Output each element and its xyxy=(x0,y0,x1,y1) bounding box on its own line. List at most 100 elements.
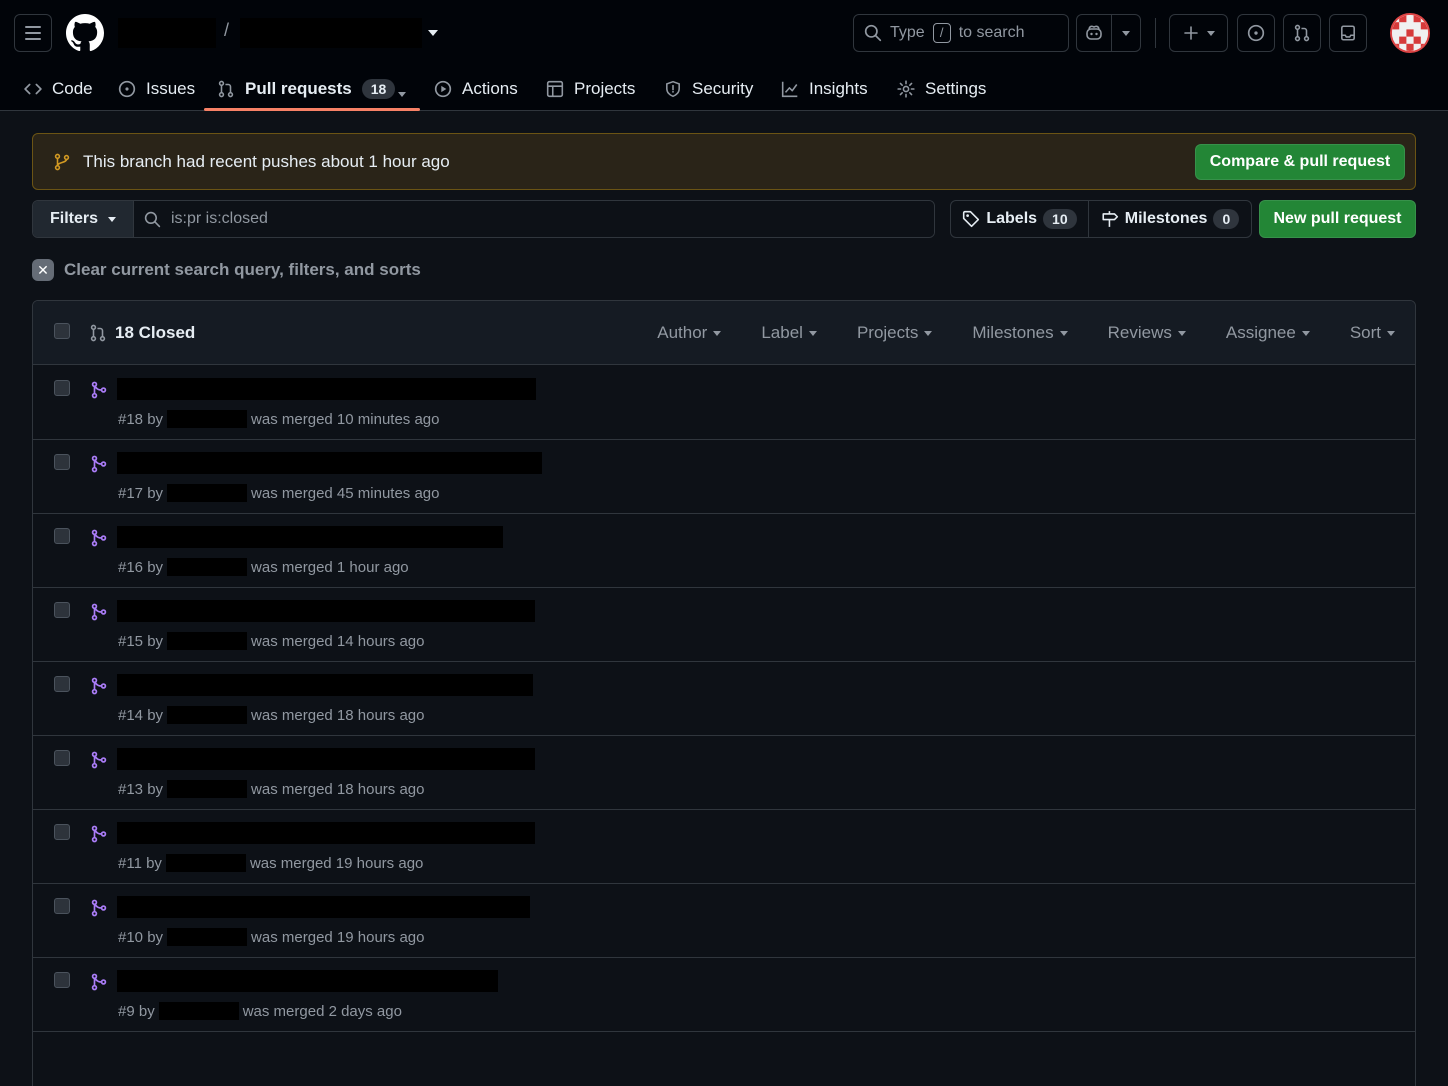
user-avatar[interactable] xyxy=(1390,13,1430,53)
pr-meta: #9 by was merged 2 days ago xyxy=(118,1002,402,1020)
author-filter[interactable]: Author xyxy=(657,323,722,343)
closed-filter-link[interactable]: 18 Closed xyxy=(89,323,195,343)
search-icon xyxy=(864,24,882,42)
search-icon xyxy=(144,211,161,227)
tab-pull-requests[interactable]: Pull requests 18 xyxy=(217,66,396,111)
labels-button[interactable]: Labels 10 xyxy=(951,201,1088,237)
filter-label: Milestones xyxy=(972,323,1054,342)
filters-dropdown-button[interactable]: Filters xyxy=(33,201,134,237)
select-all-checkbox[interactable] xyxy=(54,323,70,339)
author-redacted[interactable] xyxy=(167,632,248,650)
author-redacted[interactable] xyxy=(167,780,248,798)
tag-icon xyxy=(963,210,980,228)
milestones-button[interactable]: Milestones 0 xyxy=(1088,201,1251,237)
pr-meta: #17 by was merged 45 minutes ago xyxy=(118,484,439,502)
pr-title-redacted[interactable] xyxy=(117,526,503,548)
filter-label: Assignee xyxy=(1225,323,1296,342)
github-logo-icon[interactable] xyxy=(66,14,104,52)
pull-requests-button[interactable] xyxy=(1283,14,1321,52)
milestones-count-badge: 0 xyxy=(1213,209,1240,229)
pr-status: was merged 2 days ago xyxy=(242,1002,402,1020)
chevron-down-icon xyxy=(398,92,406,97)
by-word: by xyxy=(147,558,164,576)
row-checkbox[interactable] xyxy=(54,454,70,470)
labels-label: Labels xyxy=(986,210,1038,227)
row-checkbox[interactable] xyxy=(54,898,70,914)
search-prefix: Type xyxy=(890,24,925,41)
pr-title-redacted[interactable] xyxy=(117,970,498,992)
pr-title-redacted[interactable] xyxy=(117,378,536,400)
row-checkbox[interactable] xyxy=(54,676,70,692)
filter-label: Label xyxy=(761,323,803,342)
pr-status: was merged 14 hours ago xyxy=(251,632,425,650)
filters-label: Filters xyxy=(49,210,98,227)
labels-milestones-group: Labels 10 Milestones 0 xyxy=(950,200,1252,238)
repo-dropdown-icon[interactable] xyxy=(428,30,438,36)
filter-label: Sort xyxy=(1349,323,1381,342)
row-checkbox[interactable] xyxy=(54,528,70,544)
issue-opened-icon xyxy=(1247,24,1265,42)
author-redacted[interactable] xyxy=(158,1002,239,1020)
pr-title-redacted[interactable] xyxy=(117,748,535,770)
copilot-dropdown-button[interactable] xyxy=(1111,14,1141,52)
pr-title-redacted[interactable] xyxy=(117,822,535,844)
pr-search-input[interactable]: is:pr is:closed xyxy=(134,201,934,237)
assignee-filter[interactable]: Assignee xyxy=(1226,323,1310,343)
sort-filter[interactable]: Sort xyxy=(1350,323,1395,343)
clear-filters-text: Clear current search query, filters, and… xyxy=(64,260,421,279)
row-checkbox[interactable] xyxy=(54,972,70,988)
author-redacted[interactable] xyxy=(167,484,248,502)
pull-request-row: #10 by was merged 19 hours ago xyxy=(33,884,1415,958)
create-new-button[interactable] xyxy=(1169,14,1228,52)
author-redacted[interactable] xyxy=(167,410,248,428)
gear-icon xyxy=(897,79,915,98)
reviews-filter[interactable]: Reviews xyxy=(1108,323,1186,343)
pr-status: was merged 19 hours ago xyxy=(249,854,424,872)
pull-request-icon xyxy=(218,80,234,97)
issues-button[interactable] xyxy=(1237,14,1275,52)
row-checkbox[interactable] xyxy=(54,750,70,766)
tabs-overflow-dropdown[interactable] xyxy=(398,84,406,102)
tab-label: Security xyxy=(692,78,754,98)
graph-icon xyxy=(781,81,798,97)
inbox-button[interactable] xyxy=(1329,14,1367,52)
label-filter[interactable]: Label xyxy=(761,323,817,343)
compare-pull-request-button[interactable]: Compare & pull request xyxy=(1195,144,1405,180)
tab-insights[interactable]: Insights xyxy=(781,66,868,111)
tab-code[interactable]: Code xyxy=(24,66,93,111)
git-merge-icon xyxy=(91,899,107,917)
inbox-icon xyxy=(1341,25,1355,41)
new-pull-request-button[interactable]: New pull request xyxy=(1259,200,1416,238)
pr-number: #17 xyxy=(118,484,144,502)
pr-meta: #15 by was merged 14 hours ago xyxy=(118,632,424,650)
pr-title-redacted[interactable] xyxy=(117,600,535,622)
row-checkbox[interactable] xyxy=(54,602,70,618)
row-checkbox[interactable] xyxy=(54,824,70,840)
pr-meta: #16 by was merged 1 hour ago xyxy=(118,558,409,576)
milestones-filter[interactable]: Milestones xyxy=(972,323,1068,343)
repo-name-redacted[interactable] xyxy=(240,18,422,48)
author-redacted[interactable] xyxy=(167,706,248,724)
menu-button[interactable] xyxy=(14,14,52,52)
owner-name-redacted[interactable] xyxy=(118,18,216,48)
play-icon xyxy=(434,80,452,97)
tab-actions[interactable]: Actions xyxy=(434,66,518,111)
author-redacted[interactable] xyxy=(167,558,248,576)
pr-title-redacted[interactable] xyxy=(117,674,533,696)
author-redacted[interactable] xyxy=(165,854,246,872)
row-checkbox[interactable] xyxy=(54,380,70,396)
tab-label: Actions xyxy=(462,78,518,98)
header-divider xyxy=(1155,18,1156,48)
pr-title-redacted[interactable] xyxy=(117,896,530,918)
pull-request-row: #14 by was merged 18 hours ago xyxy=(33,662,1415,736)
pr-title-redacted[interactable] xyxy=(117,452,542,474)
clear-filters-link[interactable]: ✕ Clear current search query, filters, a… xyxy=(32,259,421,281)
tab-projects[interactable]: Projects xyxy=(546,66,635,111)
projects-filter[interactable]: Projects xyxy=(857,323,933,343)
author-redacted[interactable] xyxy=(167,928,248,946)
tab-issues[interactable]: Issues xyxy=(118,66,195,111)
tab-settings[interactable]: Settings xyxy=(897,66,986,111)
tab-security[interactable]: Security xyxy=(664,66,753,111)
global-search-input[interactable]: Type / to search xyxy=(853,14,1069,52)
copilot-button[interactable] xyxy=(1076,14,1112,52)
